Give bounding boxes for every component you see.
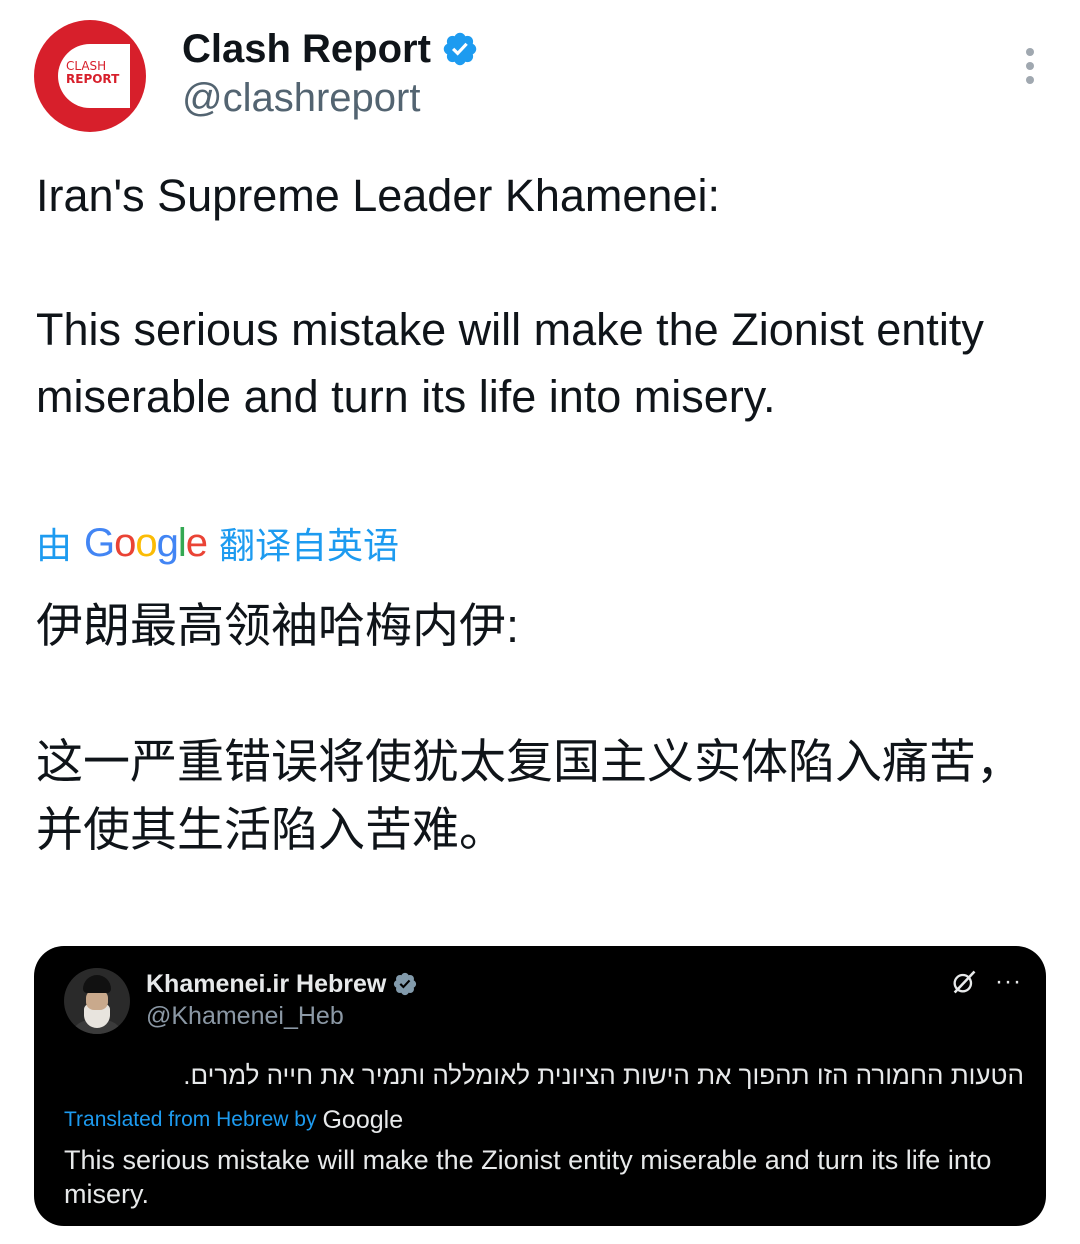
avatar-logo-text: CLASH REPORT <box>66 60 119 85</box>
translate-suffix: 翻译自英语 <box>219 525 400 566</box>
google-logo: Google <box>84 520 208 565</box>
quoted-avatar[interactable] <box>64 968 130 1034</box>
quoted-translated-label: Translated from Hebrew by <box>64 1108 317 1131</box>
avatar[interactable]: CLASH REPORT <box>34 20 146 132</box>
avatar-logo-line2: REPORT <box>66 72 120 86</box>
author-handle[interactable]: @clashreport <box>182 76 420 121</box>
tweet-text: Iran's Supreme Leader Khamenei: This ser… <box>36 170 984 422</box>
quoted-name-row: Khamenei.ir Hebrew <box>146 968 418 1000</box>
verified-badge-icon <box>394 972 417 996</box>
avatar-logo-line1: CLASH <box>66 59 107 73</box>
grok-icon[interactable] <box>950 968 978 996</box>
google-logo: Google <box>322 1105 404 1134</box>
author-display-name[interactable]: Clash Report <box>182 27 431 72</box>
quoted-handle[interactable]: @Khamenei_Heb <box>146 1002 344 1031</box>
more-vertical-icon[interactable] <box>1024 48 1036 88</box>
quoted-original-text: הטעות החמורה הזו תהפוך את הישות הציונית … <box>183 1060 1024 1090</box>
translation-attribution[interactable]: 由 Google 翻译自英语 <box>36 518 399 568</box>
quoted-tweet-card[interactable]: Khamenei.ir Hebrew @Khamenei_Heb ··· הטע… <box>34 946 1046 1226</box>
quoted-display-name[interactable]: Khamenei.ir Hebrew <box>146 970 386 999</box>
verified-badge-icon <box>443 32 477 66</box>
more-horizontal-icon[interactable]: ··· <box>995 968 1022 996</box>
translate-prefix: 由 <box>36 525 73 566</box>
translated-tweet-text: 伊朗最高领袖哈梅内伊: 这一严重错误将使犹太复国主义实体陷入痛苦，并使其生活陷入… <box>36 599 1023 856</box>
author-name-row: Clash Report <box>182 24 479 74</box>
quoted-translated-text: This serious mistake will make the Zioni… <box>64 1145 992 1209</box>
tweet-header: CLASH REPORT Clash Report @clashreport <box>34 20 1044 140</box>
quoted-translation-attribution[interactable]: Translated from Hebrew by Google <box>64 1104 403 1136</box>
